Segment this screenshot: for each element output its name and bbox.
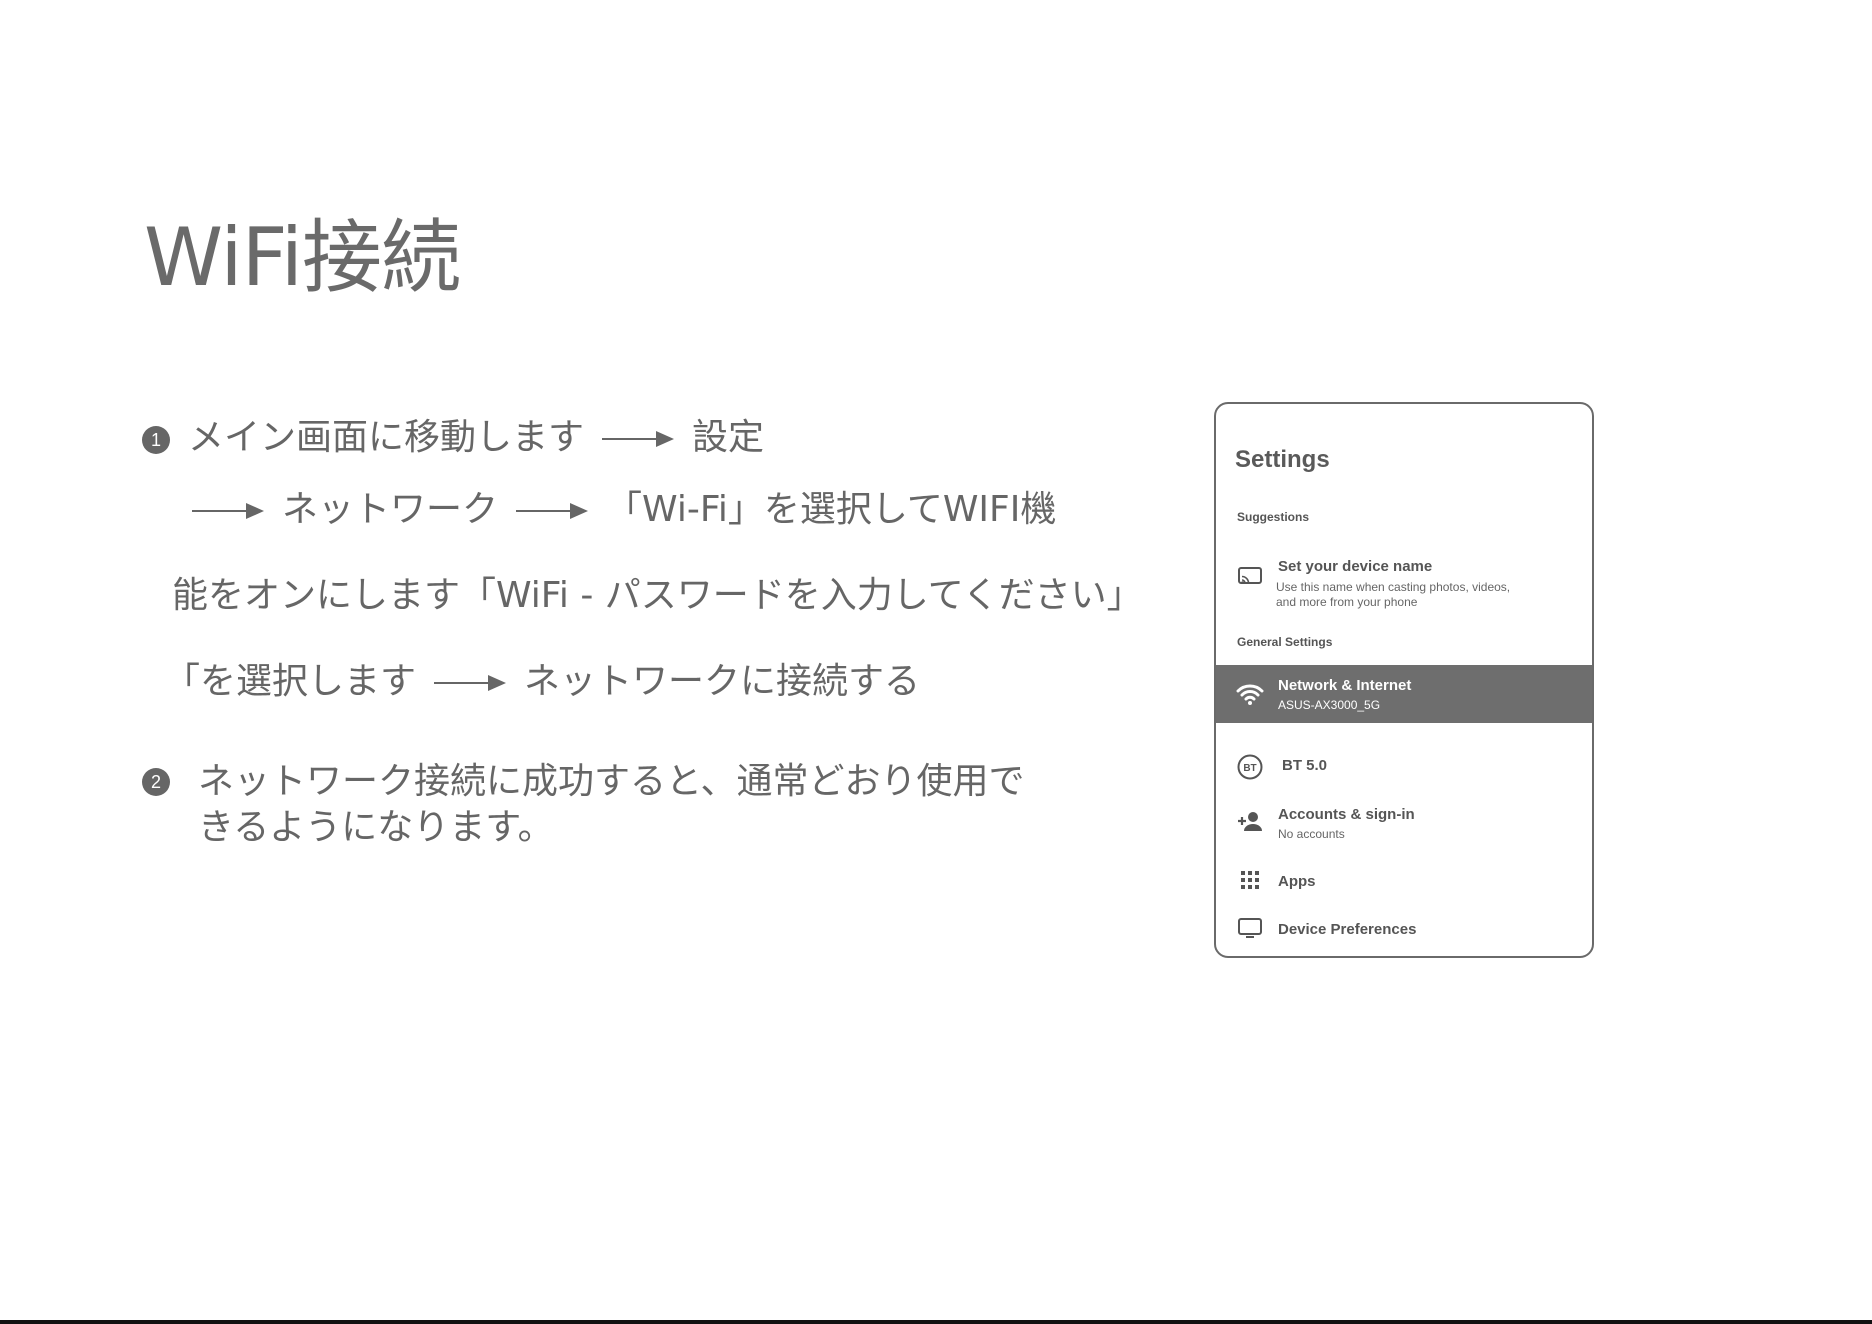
arrow-icon [602,429,675,449]
tv-icon [1236,914,1264,942]
arrow-icon [516,501,589,521]
bottom-border [0,1320,1872,1324]
step-1-text-select-wifi: 「Wi-Fi」を選択してWIFI機 [606,489,1057,530]
add-account-icon [1236,807,1264,835]
accounts-sub: No accounts [1278,827,1345,841]
page-title: WiFi接続 [144,211,461,304]
bt-label: BT 5.0 [1282,757,1328,774]
settings-item-device-preferences[interactable]: Device Preferences [1216,904,1592,954]
suggestion-label: Set your device name [1278,558,1433,575]
step-2-number-badge: 2 [142,768,170,796]
step-2-line-2: きるようになります。 [198,807,554,848]
network-sub: ASUS-AX3000_5G [1278,698,1381,712]
arrow-icon [192,501,264,521]
settings-item-network[interactable]: Network & Internet ASUS-AX3000_5G [1216,665,1592,723]
wifi-icon [1236,680,1264,708]
suggestion-desc-2: and more from your phone [1276,595,1418,609]
step-1-text-settings: 設定 [692,417,765,458]
suggestion-desc-1: Use this name when casting photos, video… [1276,580,1511,594]
suggestion-device-name[interactable]: Set your device name Use this name when … [1216,548,1592,612]
step-1-line-1: メイン画面に移動します 設定 [188,420,764,456]
apps-label: Apps [1278,873,1316,890]
network-label: Network & Internet [1278,677,1412,694]
section-general-settings: General Settings [1237,635,1333,649]
step-1-text-connect: ネットワークに接続する [524,661,921,702]
settings-item-apps[interactable]: Apps [1216,856,1592,904]
step-1-text-enter-password: 能をオンにします「WiFi - パスワードを入力してください」 [172,575,1143,616]
step-1-number-badge: 1 [142,426,170,454]
step-1-line-4: 「を選択します ネットワークに接続する [164,664,920,700]
arrow-icon [434,673,507,693]
section-suggestions: Suggestions [1237,510,1310,524]
step-2-line-1: ネットワーク接続に成功すると、通常どおり使用で [198,761,1025,802]
settings-item-accounts[interactable]: Accounts & sign-in No accounts [1216,792,1592,850]
step-1-text-select: 「を選択します [164,661,417,702]
step-1-line-2: ネットワーク 「Wi-Fi」を選択してWIFI機 [174,492,1056,528]
device-preferences-label: Device Preferences [1278,921,1417,938]
settings-panel: Settings Suggestions Set your device nam… [1214,402,1594,958]
step-1-text-network: ネットワーク [282,489,499,530]
step-1-line-3: 能をオンにします「WiFi - パスワードを入力してください」 [172,578,1143,614]
bluetooth-icon: BT [1236,753,1264,781]
svg-text:BT: BT [1243,763,1256,774]
settings-item-bt[interactable]: BT BT 5.0 [1216,742,1592,792]
accounts-label: Accounts & sign-in [1278,806,1415,823]
settings-title: Settings [1235,446,1330,473]
cast-icon [1236,562,1264,590]
apps-grid-icon [1236,866,1264,894]
step-1-text-main-screen: メイン画面に移動します [188,417,585,458]
